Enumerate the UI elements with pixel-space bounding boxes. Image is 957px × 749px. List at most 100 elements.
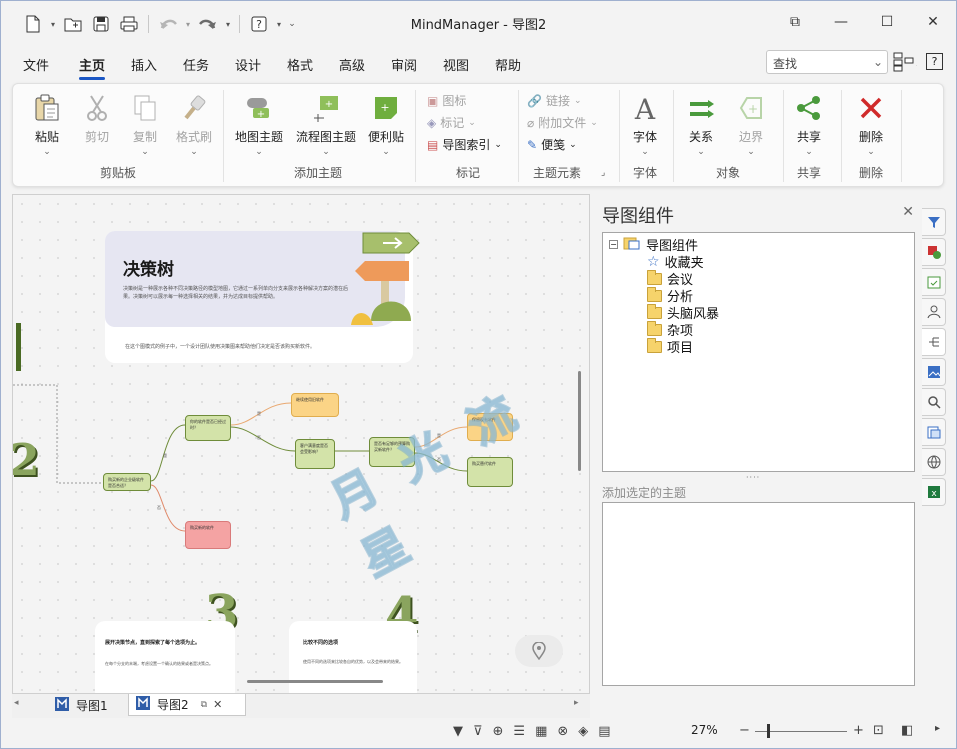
notes-view-icon[interactable]: ▤ xyxy=(598,724,610,739)
zoom-out-icon[interactable]: − xyxy=(739,723,750,738)
delete-x-icon xyxy=(855,92,887,124)
tag-view-icon[interactable]: ◈ xyxy=(578,724,588,739)
attach-file-button[interactable]: ⌀ 附加文件 ⌄ xyxy=(527,114,598,131)
sticky-note-button[interactable]: + 便利贴 ⌄ xyxy=(363,92,409,157)
font-button[interactable]: A 字体 ⌄ xyxy=(625,92,665,157)
map-canvas[interactable]: 2 决策树 决策树是一种展示各种不同决策路径的模型地图，它通过一系列单向分支来展… xyxy=(12,194,590,694)
cut-button[interactable]: 剪切 xyxy=(77,92,117,145)
zoom-in-icon[interactable]: + xyxy=(853,723,864,738)
map-topic-icon: + xyxy=(243,92,275,124)
close-tab-icon[interactable]: ✕ xyxy=(213,698,222,711)
topic-software-outdated[interactable]: 你的软件是否已经过时？ xyxy=(185,415,231,441)
tab-format[interactable]: 格式 xyxy=(287,55,313,74)
person-icon[interactable] xyxy=(922,298,946,326)
format-painter-button[interactable]: 格式刷 ⌄ xyxy=(171,92,217,157)
tab-options-icon[interactable]: ⧉ xyxy=(201,700,207,710)
tab-advanced[interactable]: 高级 xyxy=(339,55,365,74)
svg-text:+: + xyxy=(257,109,265,120)
add-selected-box[interactable] xyxy=(602,502,915,686)
tab-review[interactable]: 审阅 xyxy=(391,55,417,74)
excel-icon[interactable]: x xyxy=(922,478,946,506)
topic-elements-group-label: 主题元素 xyxy=(532,166,581,180)
doc-tab-1[interactable]: 导图1 xyxy=(48,694,114,716)
calendar-icon[interactable]: ▦ xyxy=(535,724,547,739)
map-parts-icon[interactable] xyxy=(922,328,946,356)
minimize-icon[interactable]: — xyxy=(818,1,864,43)
calendar-check-icon[interactable] xyxy=(922,268,946,296)
topic-keep-old[interactable]: 继续使用旧软件 xyxy=(291,393,339,417)
tab-design[interactable]: 设计 xyxy=(235,55,261,74)
doc-tab-2[interactable]: 导图2 ⧉ ✕ xyxy=(128,694,246,716)
filter-clear-icon[interactable]: ⊽ xyxy=(473,724,483,739)
chevron-down-icon: ⌄ xyxy=(190,147,198,157)
vertical-scrollbar[interactable] xyxy=(578,371,581,471)
tab-help[interactable]: 帮助 xyxy=(495,55,521,74)
share-label: 共享 xyxy=(796,130,821,144)
delete-button[interactable]: 删除 ⌄ xyxy=(851,92,891,157)
link-button[interactable]: 🔗 链接 ⌄ xyxy=(527,92,582,109)
relationship-button[interactable]: 关系 ⌄ xyxy=(681,92,721,157)
svg-text:⌄: ⌄ xyxy=(915,60,917,69)
close-icon[interactable]: ✕ xyxy=(902,204,914,220)
splitter-handle[interactable]: ···· xyxy=(746,473,760,482)
location-pin-icon[interactable] xyxy=(515,635,563,667)
copy-button[interactable]: 复制 ⌄ xyxy=(125,92,165,157)
chevron-down-icon: ⌄ xyxy=(573,95,582,106)
dialog-launcher-icon[interactable]: ⌟ xyxy=(601,168,605,178)
map-topic-button[interactable]: + 地图主题 ⌄ xyxy=(233,92,285,157)
boundary-button[interactable]: + 边界 ⌄ xyxy=(731,92,771,157)
image-library-icon[interactable] xyxy=(922,358,946,386)
tab-file[interactable]: 文件 xyxy=(23,55,49,74)
topic-customer-satisfaction[interactable]: 客户满意度是否会受影响？ xyxy=(295,439,335,469)
group-separator xyxy=(415,90,416,182)
focus-icon[interactable]: ⊕ xyxy=(493,724,504,739)
topic-buy-new[interactable]: 购买新的软件 xyxy=(185,521,231,549)
flowchart-topic-button[interactable]: + 流程图主题 ⌄ xyxy=(293,92,359,157)
task-info-icon[interactable] xyxy=(922,238,946,266)
filter-icon[interactable] xyxy=(922,208,946,236)
paste-button[interactable]: 粘贴 ⌄ xyxy=(27,92,67,157)
step4-card[interactable]: 比较不同的选项 使用不同的选项来比较各自的优势，以及会带来的结果。 xyxy=(289,621,417,693)
clipboard-pane-icon[interactable] xyxy=(922,418,946,446)
pane-title: 导图组件 xyxy=(602,206,674,227)
close-icon[interactable]: ✕ xyxy=(910,1,956,43)
ribbon: 粘贴 ⌄ 剪切 复制 ⌄ 格式刷 ⌄ 剪贴板 + 地图主题 ⌄ + 流程图主题 … xyxy=(12,83,944,187)
tab-view[interactable]: 视图 xyxy=(443,55,469,74)
tag-button[interactable]: ◈ 标记 ⌄ xyxy=(427,114,476,131)
fit-map-icon[interactable]: ⊡ xyxy=(873,723,884,738)
tab-insert[interactable]: 插入 xyxy=(131,55,157,74)
horizontal-scrollbar[interactable] xyxy=(247,680,383,683)
tab-tasks[interactable]: 任务 xyxy=(183,55,209,74)
markers-group-label: 标记 xyxy=(455,166,480,180)
globe-icon[interactable] xyxy=(922,448,946,476)
org-chart-icon[interactable]: ⌄ xyxy=(893,52,922,75)
restore-panel-icon[interactable]: ⧉ xyxy=(772,1,818,43)
search-icon[interactable] xyxy=(922,388,946,416)
group-separator xyxy=(619,90,620,182)
app-window: ▾ ▾ ▾ ? ▾ ⌄ MindManager - 导图2 ⧉ — ☐ ✕ 文件… xyxy=(0,0,957,749)
group-separator xyxy=(223,90,224,182)
outline-icon[interactable]: ☰ xyxy=(513,724,525,739)
note-button[interactable]: ✎ 便笺 ⌄ xyxy=(527,136,577,153)
map-index-button[interactable]: ▤ 导图索引 ⌄ xyxy=(427,136,502,153)
icon-marker-button[interactable]: ▣ 图标 xyxy=(427,92,466,109)
step3-card[interactable]: 展开决策节点，直到探索了每个选项为止。 在每个分支的末端，考虑设置一个确认的结果… xyxy=(95,621,235,693)
help-button-icon[interactable]: ? xyxy=(926,53,943,70)
share-button[interactable]: 共享 ⌄ xyxy=(789,92,829,157)
zoom-slider-thumb[interactable] xyxy=(767,724,770,738)
collapse-icon[interactable]: − xyxy=(609,240,618,249)
filter-icon[interactable]: ▼ xyxy=(453,724,463,739)
topic-root[interactable]: 购买新的企业级软件是否合适？ xyxy=(103,473,151,491)
maximize-icon[interactable]: ☐ xyxy=(864,1,910,43)
map-index-icon: ▤ xyxy=(427,137,439,152)
relationship-view-icon[interactable]: ⊗ xyxy=(557,724,568,739)
tree-item-projects[interactable]: 项目 xyxy=(647,337,693,356)
statusbar-more-icon[interactable]: ▸ xyxy=(935,723,940,734)
search-input[interactable]: 查找 ⌄ xyxy=(766,50,888,74)
map-index-label: 导图索引 xyxy=(442,138,491,152)
scroll-left-icon[interactable]: ◂ xyxy=(14,698,19,708)
tab-home[interactable]: 主页 xyxy=(79,55,106,80)
chevron-down-icon[interactable]: ⌄ xyxy=(873,55,883,69)
layout-icon[interactable]: ◧ xyxy=(901,723,913,738)
scroll-right-icon[interactable]: ▸ xyxy=(574,698,579,708)
